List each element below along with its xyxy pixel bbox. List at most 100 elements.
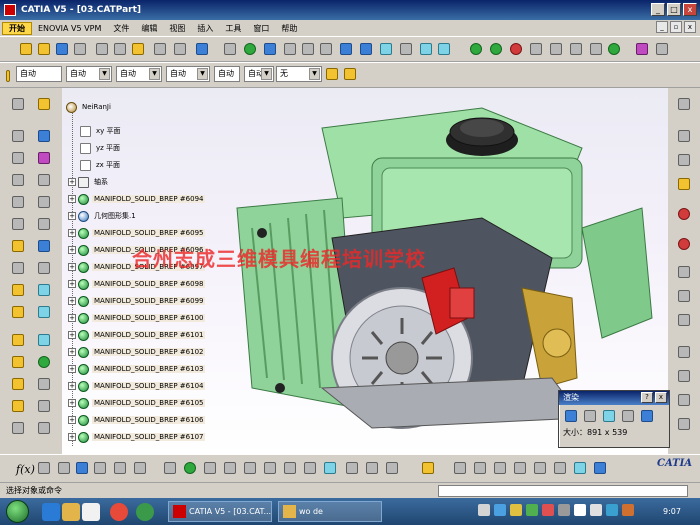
snap-icon[interactable] — [508, 41, 524, 57]
close-button[interactable]: x — [683, 3, 697, 16]
chevron-down-icon[interactable]: ▼ — [261, 68, 272, 80]
doc-restore-button[interactable]: ▫ — [670, 21, 682, 33]
tree-item-manifold[interactable]: + MANIFOLD_SOLID_BREP #6105 — [68, 396, 206, 410]
menu-enovia[interactable]: ENOVIA V5 VPM — [32, 24, 107, 33]
new-icon[interactable] — [18, 41, 34, 57]
chevron-down-icon[interactable]: ▼ — [309, 68, 320, 80]
doc-close-button[interactable]: x — [684, 21, 696, 33]
explorer-icon[interactable] — [62, 503, 80, 521]
expand-icon[interactable]: + — [68, 246, 76, 254]
tray-icon[interactable] — [478, 504, 490, 516]
tree-item-geometrical-set[interactable]: + 几何图形集.1 — [68, 209, 138, 223]
expand-icon[interactable]: + — [68, 212, 76, 220]
expand-icon[interactable]: + — [68, 280, 76, 288]
expand-icon[interactable]: + — [68, 416, 76, 424]
tree-item-manifold[interactable]: + MANIFOLD_SOLID_BREP #6094 — [68, 192, 206, 206]
paste-icon[interactable] — [130, 41, 146, 57]
linetype-select[interactable]: 自动 ▼ — [116, 66, 162, 82]
manipulate-icon[interactable] — [488, 41, 504, 57]
section-icon[interactable] — [676, 416, 692, 432]
law-icon[interactable] — [56, 460, 72, 476]
sketch-icon[interactable] — [10, 96, 26, 112]
shell-icon[interactable] — [10, 304, 26, 320]
render-save-icon[interactable] — [639, 408, 655, 424]
scaling-icon[interactable] — [36, 398, 52, 414]
tray-icon[interactable] — [622, 504, 634, 516]
digitized-icon[interactable] — [512, 460, 528, 476]
save-icon[interactable] — [54, 41, 70, 57]
pan-icon[interactable] — [262, 41, 278, 57]
tree-item-manifold[interactable]: + MANIFOLD_SOLID_BREP #6098 — [68, 277, 206, 291]
ie-icon[interactable] — [42, 503, 60, 521]
sheetmetal-icon[interactable] — [302, 460, 318, 476]
apply-material-icon[interactable] — [676, 96, 692, 112]
redo-icon[interactable] — [172, 41, 188, 57]
menu-tools[interactable]: 工具 — [219, 23, 247, 34]
split-icon[interactable] — [10, 332, 26, 348]
measure-inertia-icon[interactable] — [568, 41, 584, 57]
network-icon[interactable] — [574, 504, 586, 516]
rib-icon[interactable] — [36, 172, 52, 188]
tree-item-manifold[interactable]: + MANIFOLD_SOLID_BREP #6095 — [68, 226, 206, 240]
menu-help[interactable]: 帮助 — [275, 23, 303, 34]
quick-surface-icon[interactable] — [532, 460, 548, 476]
constraint-icon[interactable] — [588, 41, 604, 57]
wireframe-icon[interactable] — [552, 460, 568, 476]
tree-item-manifold[interactable]: + MANIFOLD_SOLID_BREP #6101 — [68, 328, 206, 342]
menu-edit[interactable]: 编辑 — [135, 23, 163, 34]
freestyle-icon[interactable] — [452, 460, 468, 476]
app-icon[interactable] — [136, 503, 154, 521]
compass-move-icon[interactable] — [468, 41, 484, 57]
help-button[interactable]: ? — [641, 392, 653, 403]
whats-this-icon[interactable] — [194, 41, 210, 57]
tree-item-yz-plane[interactable]: yz 平面 — [80, 141, 122, 155]
expand-icon[interactable]: + — [68, 433, 76, 441]
imagine-icon[interactable] — [472, 460, 488, 476]
hide-show-icon[interactable] — [398, 41, 414, 57]
thread-icon[interactable] — [36, 282, 52, 298]
tree-item-manifold[interactable]: + MANIFOLD_SOLID_BREP #6106 — [68, 413, 206, 427]
mirror-icon[interactable] — [36, 260, 52, 276]
tray-icon[interactable] — [542, 504, 554, 516]
tool-icon[interactable] — [676, 264, 692, 280]
pattern-icon[interactable] — [36, 238, 52, 254]
tree-item-manifold[interactable]: + MANIFOLD_SOLID_BREP #6102 — [68, 345, 206, 359]
fit-all-icon[interactable] — [242, 41, 258, 57]
spin-icon[interactable] — [182, 460, 198, 476]
tree-item-axis-system[interactable]: + 轴系 — [68, 175, 110, 189]
tree-root[interactable]: NeiRanJi — [66, 100, 113, 114]
clock[interactable]: 9:07 — [648, 498, 696, 525]
minimize-button[interactable]: _ — [651, 3, 665, 16]
translate-icon[interactable] — [10, 376, 26, 392]
maximize-button[interactable]: □ — [667, 3, 681, 16]
catalog-icon[interactable] — [654, 41, 670, 57]
rotate-icon[interactable] — [282, 41, 298, 57]
undo-icon[interactable] — [152, 41, 168, 57]
tree-item-manifold[interactable]: + MANIFOLD_SOLID_BREP #6100 — [68, 311, 206, 325]
render-icon[interactable] — [436, 41, 452, 57]
media-icon[interactable] — [82, 503, 100, 521]
browser-icon[interactable] — [110, 503, 128, 521]
tray-icon[interactable] — [526, 504, 538, 516]
pad-icon[interactable] — [10, 128, 26, 144]
generative-icon[interactable] — [572, 460, 588, 476]
macro-icon[interactable] — [112, 460, 128, 476]
open-icon[interactable] — [36, 41, 52, 57]
normal-view-icon[interactable] — [338, 41, 354, 57]
tree-item-zx-plane[interactable]: zx 平面 — [80, 158, 122, 172]
toolbox-icon[interactable] — [420, 460, 436, 476]
expand-icon[interactable]: + — [68, 399, 76, 407]
knowledge-icon[interactable] — [676, 128, 692, 144]
zoom-in-icon[interactable] — [300, 41, 316, 57]
catalog-browser-icon[interactable] — [132, 460, 148, 476]
formula-button[interactable]: f(x) — [16, 463, 35, 476]
point-select[interactable]: 自动 — [214, 66, 240, 82]
pocket-icon[interactable] — [36, 128, 52, 144]
distance-analysis-icon[interactable] — [676, 392, 692, 408]
surface-analysis-icon[interactable] — [676, 368, 692, 384]
tray-icon[interactable] — [558, 504, 570, 516]
hole-icon[interactable] — [10, 172, 26, 188]
doc-minimize-button[interactable]: _ — [656, 21, 668, 33]
comment-icon[interactable] — [36, 460, 52, 476]
remove-loft-icon[interactable] — [36, 216, 52, 232]
